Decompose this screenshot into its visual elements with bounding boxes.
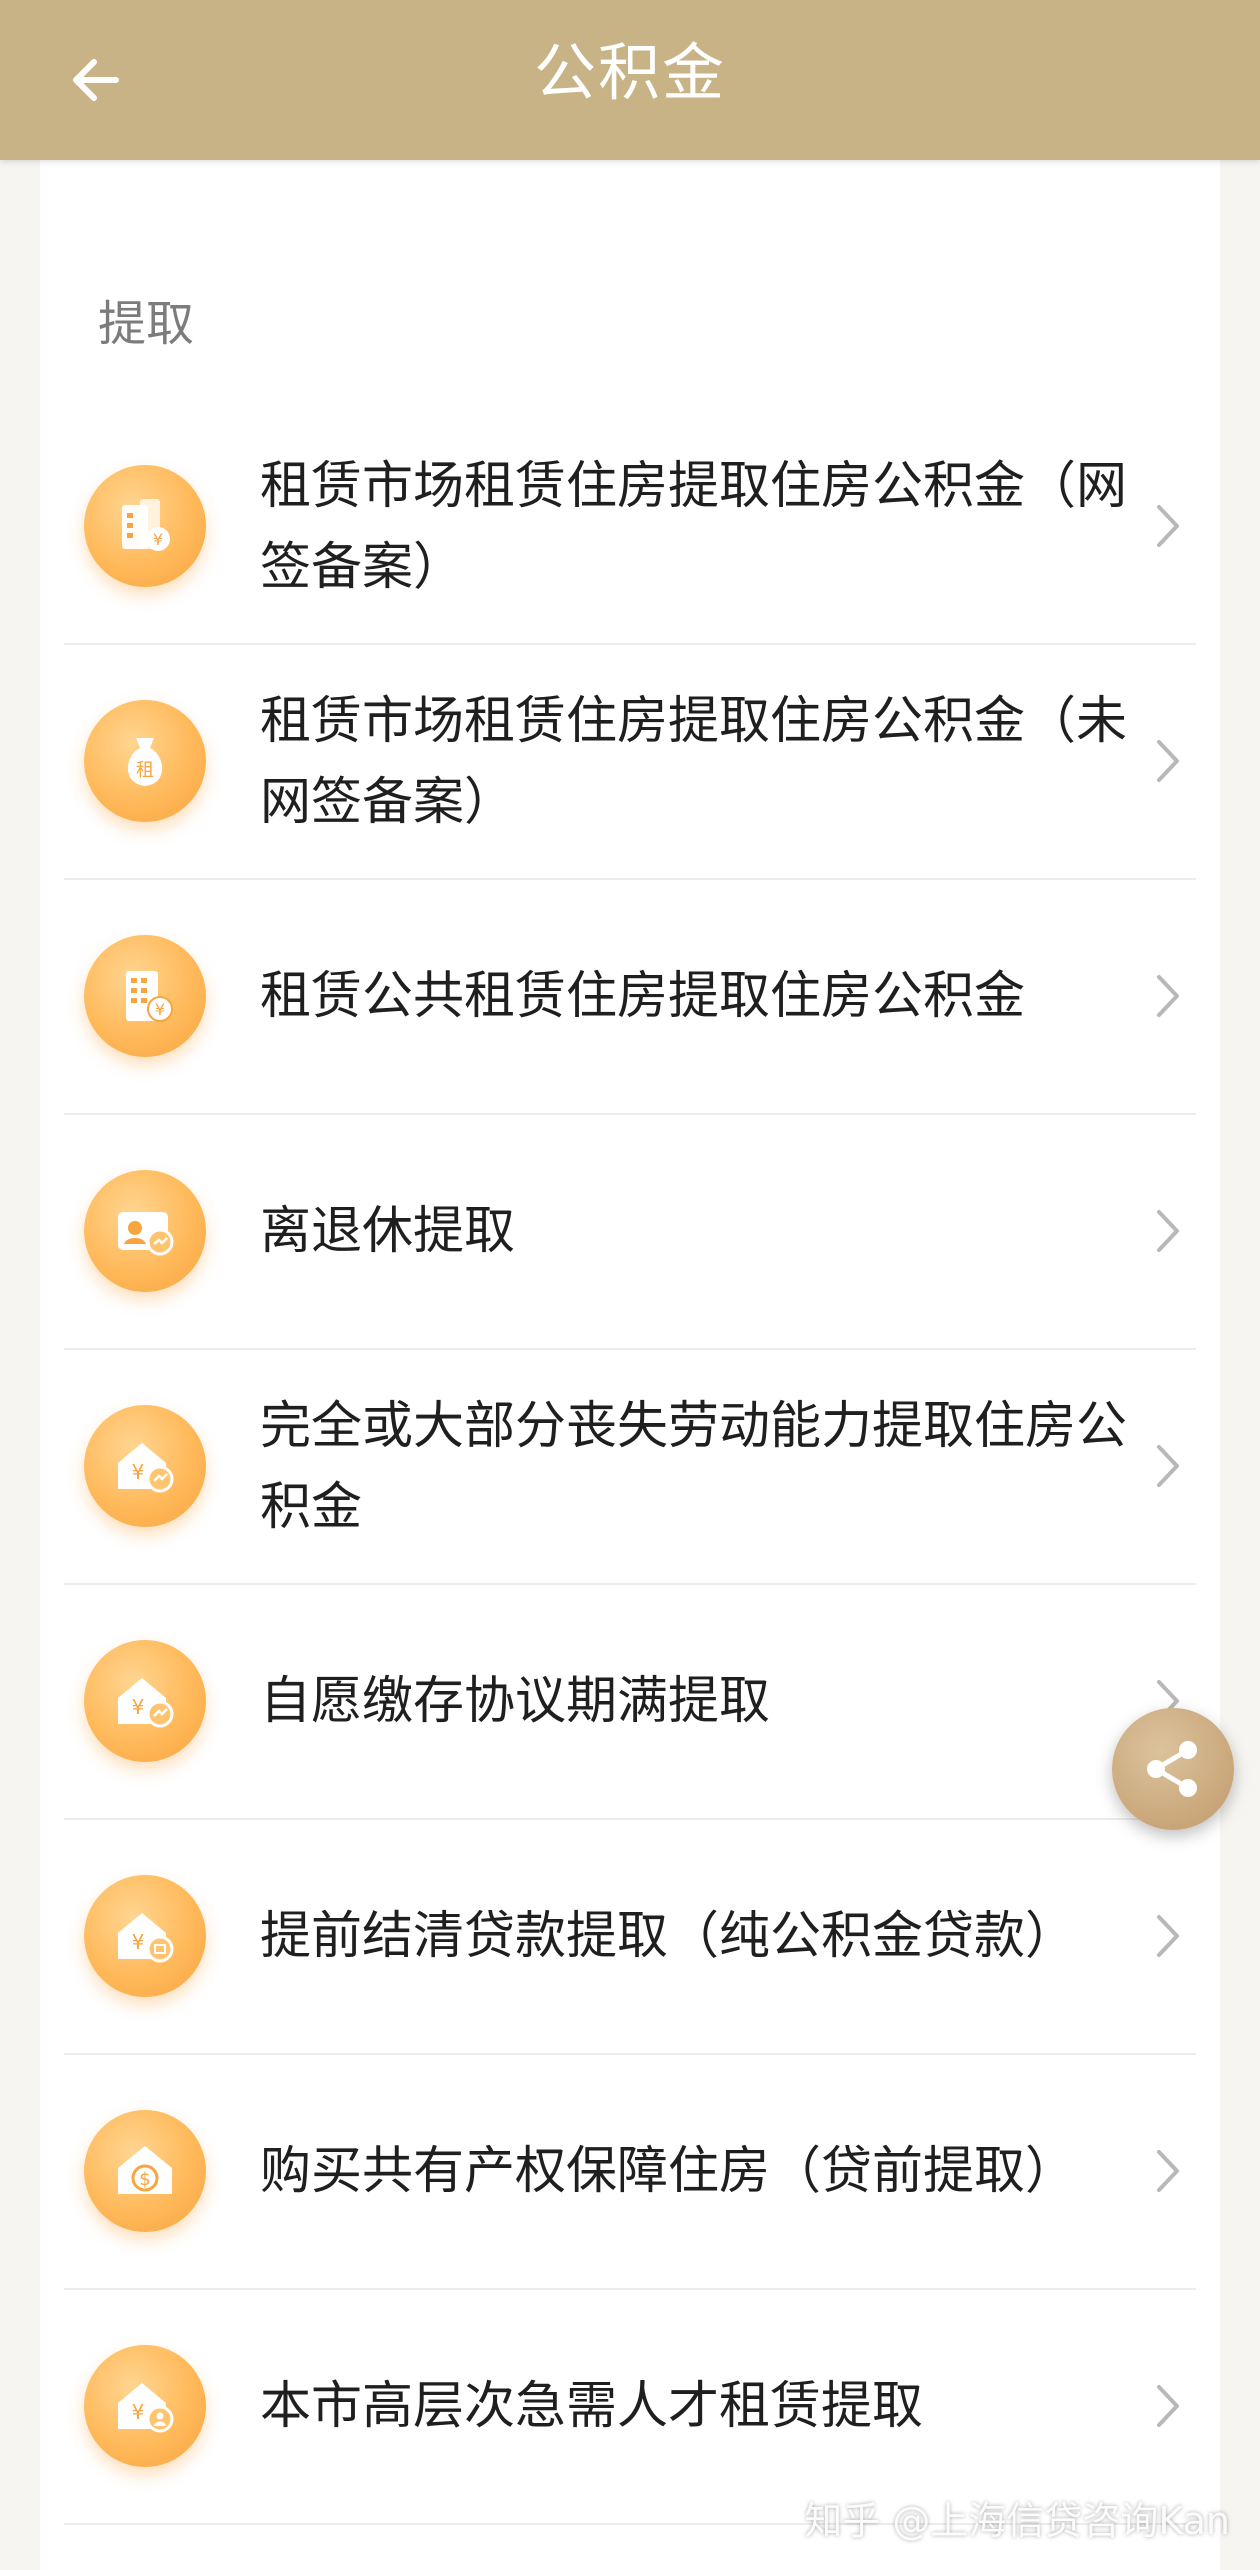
svg-text:¥: ¥: [132, 1930, 145, 1954]
item-label: 租赁市场租赁住房提取住房公积金（未网签备案）: [260, 691, 1128, 832]
svg-text:¥: ¥: [155, 1000, 165, 1019]
app-header: 公积金: [0, 0, 1260, 160]
chevron-right-icon: [1140, 733, 1196, 789]
house-dollar-icon: $: [84, 2110, 206, 2232]
svg-text:¥: ¥: [132, 1695, 145, 1719]
list-item[interactable]: ¥ 自愿缴存协议期满提取: [64, 1585, 1196, 1820]
share-button[interactable]: [1112, 1708, 1234, 1830]
list-item[interactable]: ¥ 租赁市场租赁住房提取住房公积金（网签备案）: [64, 410, 1196, 645]
building-yuan-icon: ¥: [84, 465, 206, 587]
house-yuan-person-icon: ¥: [84, 2345, 206, 2467]
item-label: 租赁市场租赁住房提取住房公积金（网签备案）: [260, 456, 1128, 597]
chevron-right-icon: [1140, 2378, 1196, 2434]
svg-text:¥: ¥: [153, 530, 163, 549]
retirement-card-icon: [84, 1170, 206, 1292]
svg-text:$: $: [139, 2169, 150, 2190]
chevron-right-icon: [1140, 1908, 1196, 1964]
withdrawal-list: ¥ 租赁市场租赁住房提取住房公积金（网签备案） 租 租赁市场租赁住房提取住房公积…: [64, 410, 1196, 2525]
rent-char: 租: [136, 760, 154, 781]
house-yuan-icon: ¥: [84, 1405, 206, 1527]
office-building-yuan-icon: ¥: [84, 935, 206, 1057]
list-item[interactable]: 租 租赁市场租赁住房提取住房公积金（未网签备案）: [64, 645, 1196, 880]
item-label: 提前结清贷款提取（纯公积金贷款）: [260, 1907, 1077, 1966]
chevron-right-icon: [1140, 968, 1196, 1024]
page-title: 公积金: [533, 36, 726, 109]
house-yuan-icon: ¥: [84, 1640, 206, 1762]
chevron-right-icon: [1140, 1203, 1196, 1259]
item-label: 离退休提取: [260, 1202, 516, 1261]
chevron-right-icon: [1140, 2143, 1196, 2199]
list-item[interactable]: 离退休提取: [64, 1115, 1196, 1350]
list-item[interactable]: $ 购买共有产权保障住房（贷前提取）: [64, 2055, 1196, 2290]
watermark: 知乎 @上海信贷咨询Kan: [804, 2499, 1230, 2543]
section-label: 提取: [98, 296, 195, 352]
house-yuan-loan-icon: ¥: [84, 1875, 206, 1997]
item-label: 购买共有产权保障住房（贷前提取）: [260, 2142, 1077, 2201]
content-card: 提取 ¥ 租赁市场租赁住房提取住房公积金（网签备案） 租 租赁市场租赁住房提取住…: [40, 160, 1220, 2570]
chevron-right-icon: [1140, 1438, 1196, 1494]
share-icon: [1147, 1741, 1197, 1797]
list-item[interactable]: ¥ 完全或大部分丧失劳动能力提取住房公积金: [64, 1350, 1196, 1585]
item-label: 本市高层次急需人才租赁提取: [260, 2377, 924, 2436]
svg-text:¥: ¥: [132, 2400, 145, 2424]
item-label: 租赁公共租赁住房提取住房公积金: [260, 967, 1026, 1026]
item-label: 自愿缴存协议期满提取: [260, 1672, 771, 1731]
svg-text:¥: ¥: [132, 1460, 145, 1484]
item-label: 完全或大部分丧失劳动能力提取住房公积金: [260, 1396, 1128, 1537]
money-bag-rent-icon: 租: [84, 700, 206, 822]
chevron-right-icon: [1140, 498, 1196, 554]
list-item[interactable]: ¥ 租赁公共租赁住房提取住房公积金: [64, 880, 1196, 1115]
list-item[interactable]: ¥ 提前结清贷款提取（纯公积金贷款）: [64, 1820, 1196, 2055]
